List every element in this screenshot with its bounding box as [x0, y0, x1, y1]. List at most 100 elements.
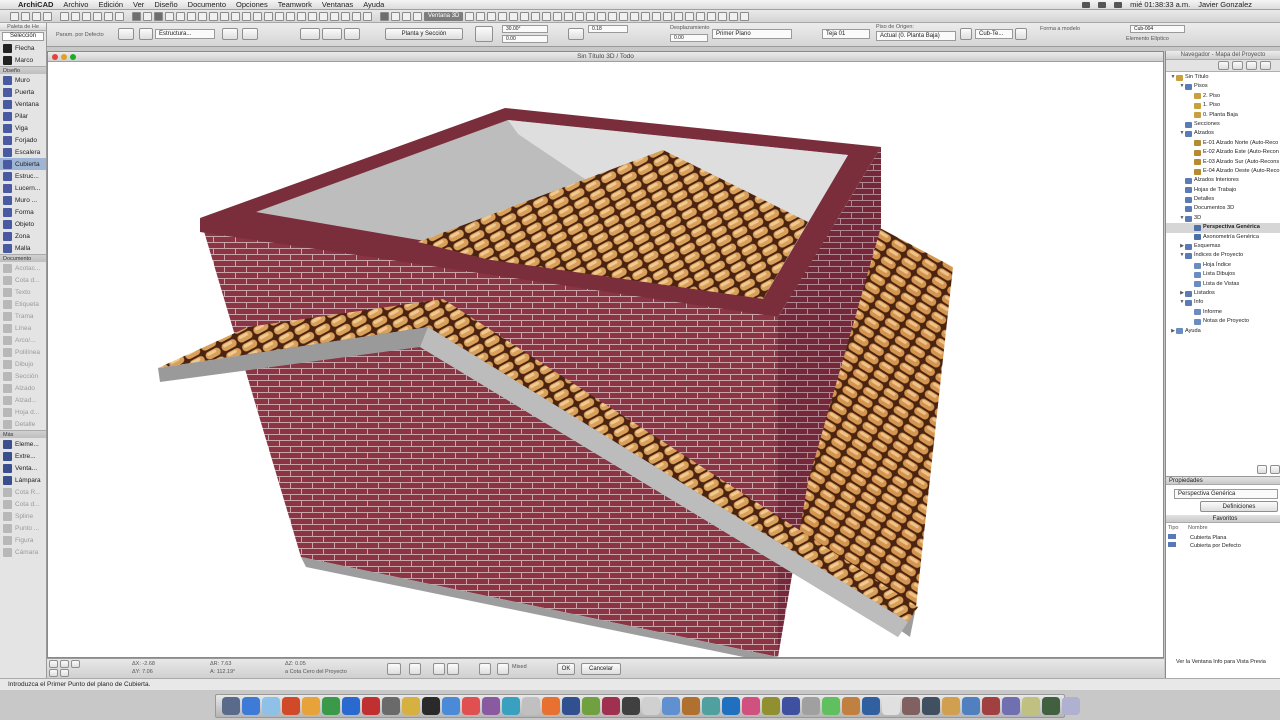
- rotate-icon[interactable]: [363, 11, 372, 21]
- dock-app-icon[interactable]: [842, 697, 860, 715]
- tree-item[interactable]: ▼ Info: [1166, 298, 1280, 307]
- copy-icon[interactable]: [93, 11, 102, 21]
- dock-app-icon[interactable]: [682, 697, 700, 715]
- tool-shell[interactable]: Estruc...: [0, 170, 46, 182]
- view-map-icon[interactable]: [1232, 61, 1243, 70]
- play-icon[interactable]: [330, 11, 339, 21]
- axon-view-icon[interactable]: [402, 11, 411, 21]
- tool-polyline[interactable]: Polilínea: [0, 346, 46, 358]
- shadow-icon[interactable]: [553, 11, 563, 21]
- trim-icon[interactable]: [165, 11, 174, 21]
- roof-shape-3-button[interactable]: [344, 28, 360, 40]
- thickness-icon[interactable]: [568, 28, 584, 40]
- tree-item[interactable]: ▼ Alzados: [1166, 129, 1280, 138]
- hidden-line-icon[interactable]: [520, 11, 530, 21]
- dock-app-icon[interactable]: [242, 697, 260, 715]
- properties-header[interactable]: Propiedades: [1166, 477, 1280, 485]
- properties-view-name[interactable]: Perspectiva Genérica: [1174, 489, 1278, 499]
- tool-arrow[interactable]: Flecha: [0, 42, 46, 54]
- tree-item[interactable]: E-02 Alzado Este (Auto-Recon: [1166, 148, 1280, 157]
- pointer-icon[interactable]: [308, 11, 317, 21]
- plan-section-button[interactable]: Planta y Sección: [385, 28, 463, 40]
- snap-icon[interactable]: [132, 11, 141, 21]
- tree-item[interactable]: Detalles: [1166, 195, 1280, 204]
- tool-worksheet[interactable]: Hoja d...: [0, 406, 46, 418]
- menu-ventanas[interactable]: Ventanas: [322, 0, 353, 9]
- layer-icon[interactable]: [960, 28, 972, 40]
- dock-app-icon[interactable]: [582, 697, 600, 715]
- filter-icon[interactable]: [597, 11, 607, 21]
- tool-figure[interactable]: Figura: [0, 534, 46, 546]
- grid-icon[interactable]: [143, 11, 152, 21]
- tree-item[interactable]: 0. Planta Baja: [1166, 111, 1280, 120]
- publisher-icon[interactable]: [1260, 61, 1271, 70]
- redo-icon[interactable]: [71, 11, 80, 21]
- orbit-icon[interactable]: [465, 11, 475, 21]
- snap-coord-icon[interactable]: [387, 663, 401, 675]
- sun-icon[interactable]: [564, 11, 574, 21]
- favorites-header[interactable]: Favoritos: [1166, 515, 1280, 523]
- dock-app-icon[interactable]: [782, 697, 800, 715]
- tree-item[interactable]: Documentos 3D: [1166, 204, 1280, 213]
- fit-coord-icon[interactable]: [71, 660, 80, 668]
- roof-shape-1-button[interactable]: [300, 28, 320, 40]
- app-menu[interactable]: ArchiCAD: [18, 0, 53, 9]
- favorite-item[interactable]: Cubierta por Defecto: [1168, 542, 1241, 550]
- tool-dimension[interactable]: Acotac...: [0, 262, 46, 274]
- tool-slab[interactable]: Forjado: [0, 134, 46, 146]
- dock-app-icon[interactable]: [982, 697, 1000, 715]
- grid-snap-icon[interactable]: [433, 663, 445, 675]
- zoom-in-coord-icon[interactable]: [49, 660, 58, 668]
- battery-icon[interactable]: [1114, 1, 1123, 8]
- dock-app-icon[interactable]: [742, 697, 760, 715]
- clock[interactable]: mié 01:38:33 a.m.: [1130, 0, 1190, 9]
- plus-icon[interactable]: [341, 11, 350, 21]
- move-icon[interactable]: [352, 11, 361, 21]
- minimize-window-icon[interactable]: [61, 54, 67, 60]
- dock-app-icon[interactable]: [962, 697, 980, 715]
- send-icon[interactable]: [707, 11, 717, 21]
- pen-set-icon[interactable]: [619, 11, 629, 21]
- definitions-button[interactable]: Definiciones: [1200, 501, 1278, 512]
- selection-button[interactable]: Selección: [2, 32, 44, 41]
- tool-stair[interactable]: Escalera: [0, 146, 46, 158]
- thickness-field[interactable]: 0.00: [502, 35, 548, 43]
- zoom-window-icon[interactable]: [70, 54, 76, 60]
- dock-app-icon[interactable]: [382, 697, 400, 715]
- release-icon[interactable]: [696, 11, 706, 21]
- dock-app-icon[interactable]: [342, 697, 360, 715]
- new-icon[interactable]: [10, 11, 19, 21]
- dock-app-icon[interactable]: [902, 697, 920, 715]
- roof-shape-2-button[interactable]: [322, 28, 342, 40]
- dock-app-icon[interactable]: [282, 697, 300, 715]
- dock-app-icon[interactable]: [802, 697, 820, 715]
- split-icon[interactable]: [176, 11, 185, 21]
- dock-app-icon[interactable]: [622, 697, 640, 715]
- menu-opciones[interactable]: Opciones: [236, 0, 268, 9]
- tool-corner-window[interactable]: Extre...: [0, 450, 46, 462]
- message-icon[interactable]: [729, 11, 739, 21]
- hatch-icon[interactable]: [1015, 28, 1027, 40]
- origin-dropdown[interactable]: Actual (0. Planta Baja): [876, 31, 956, 41]
- tree-item[interactable]: Perspectiva Genérica: [1166, 223, 1280, 233]
- tool-skylight[interactable]: Lucern...: [0, 182, 46, 194]
- pencil-icon[interactable]: [115, 11, 124, 21]
- tool-level-dimension[interactable]: Cota d...: [0, 274, 46, 286]
- guide-icon[interactable]: [154, 11, 163, 21]
- window-3d[interactable]: Sin Título 3D / Todo: [47, 51, 1164, 658]
- dock-app-icon[interactable]: [942, 697, 960, 715]
- zoom-out-coord-icon[interactable]: [60, 660, 69, 668]
- close-window-icon[interactable]: [52, 54, 58, 60]
- dock-app-icon[interactable]: [482, 697, 500, 715]
- tool-line[interactable]: Línea: [0, 322, 46, 334]
- tool-section[interactable]: Sección: [0, 370, 46, 382]
- paste-icon[interactable]: [104, 11, 113, 21]
- magnet-coord-icon[interactable]: [479, 663, 491, 675]
- tree-item[interactable]: E-01 Alzado Norte (Auto-Reco: [1166, 139, 1280, 148]
- pitch-icon[interactable]: [475, 26, 493, 42]
- window-3d-titlebar[interactable]: Sin Título 3D / Todo: [48, 52, 1163, 62]
- tool-hotspot[interactable]: Punto ...: [0, 522, 46, 534]
- tool-zone[interactable]: Zona: [0, 230, 46, 242]
- layer2-field[interactable]: Cub-004: [1130, 25, 1185, 33]
- tree-item[interactable]: Axonometría Genérica: [1166, 233, 1280, 242]
